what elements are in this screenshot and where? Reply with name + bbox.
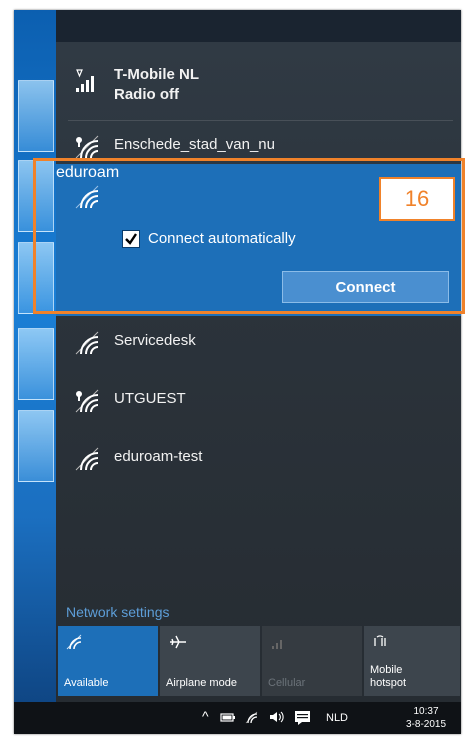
network-settings-link[interactable]: Network settings bbox=[66, 604, 169, 620]
wallpaper-window-pane bbox=[18, 80, 54, 152]
wallpaper-window-pane bbox=[18, 410, 54, 482]
wifi-secured-icon bbox=[75, 331, 99, 355]
wifi-open-icon bbox=[75, 389, 99, 413]
wifi-open-icon bbox=[75, 135, 99, 159]
divider bbox=[68, 120, 453, 121]
wifi-network-item[interactable]: UTGUEST bbox=[56, 378, 461, 422]
wifi-network-item[interactable]: Servicedesk bbox=[56, 320, 461, 364]
quick-action-label: Mobile hotspot bbox=[370, 664, 407, 689]
cellular-network-status: Radio off bbox=[114, 86, 179, 103]
taskbar: ^ NLD 10:37 3-8-2015 bbox=[14, 702, 461, 734]
clock-date: 3-8-2015 bbox=[406, 719, 447, 730]
cellular-signal-icon bbox=[76, 69, 94, 92]
volume-icon[interactable] bbox=[268, 710, 286, 724]
quick-action-label: Available bbox=[64, 677, 109, 689]
quick-action-mobile-hotspot[interactable]: Mobile hotspot bbox=[364, 626, 460, 696]
wifi-secured-icon bbox=[75, 447, 99, 471]
input-language-indicator[interactable]: NLD bbox=[326, 712, 348, 724]
cellular-icon bbox=[272, 640, 282, 649]
quick-action-wifi[interactable]: Available bbox=[58, 626, 158, 696]
quick-action-label: Airplane mode bbox=[166, 677, 237, 689]
clock-time: 10:37 bbox=[413, 706, 439, 717]
hotspot-icon bbox=[374, 635, 386, 646]
annotation-number-label: 16 bbox=[379, 177, 455, 221]
wifi-network-name: Servicedesk bbox=[114, 332, 196, 349]
desktop-wallpaper bbox=[14, 10, 56, 734]
cellular-network-name: T-Mobile NL bbox=[114, 66, 199, 83]
wifi-icon bbox=[66, 634, 82, 650]
wifi-tray-icon[interactable] bbox=[244, 710, 260, 724]
taskbar-clock[interactable]: 10:37 3-8-2015 bbox=[406, 705, 446, 731]
quick-action-cellular[interactable]: Cellular bbox=[262, 626, 362, 696]
wifi-network-name: Enschede_stad_van_nu bbox=[114, 136, 275, 153]
network-flyout: T-Mobile NL Radio off Enschede_stad_van_… bbox=[56, 42, 461, 702]
wallpaper-window-pane bbox=[18, 328, 54, 400]
cellular-network-item[interactable]: T-Mobile NL Radio off bbox=[56, 58, 461, 118]
wifi-network-name: UTGUEST bbox=[114, 390, 186, 407]
quick-action-label: Cellular bbox=[268, 677, 306, 689]
action-center-icon[interactable] bbox=[294, 710, 312, 726]
wifi-network-item[interactable]: eduroam-test bbox=[56, 436, 461, 480]
screenshot-frame: T-Mobile NL Radio off Enschede_stad_van_… bbox=[14, 10, 461, 734]
quick-action-airplane-mode[interactable]: Airplane mode bbox=[160, 626, 260, 696]
battery-icon[interactable] bbox=[220, 710, 236, 724]
wifi-network-name: eduroam-test bbox=[114, 448, 203, 465]
airplane-icon bbox=[170, 635, 186, 649]
chevron-up-icon[interactable]: ^ bbox=[202, 708, 209, 724]
